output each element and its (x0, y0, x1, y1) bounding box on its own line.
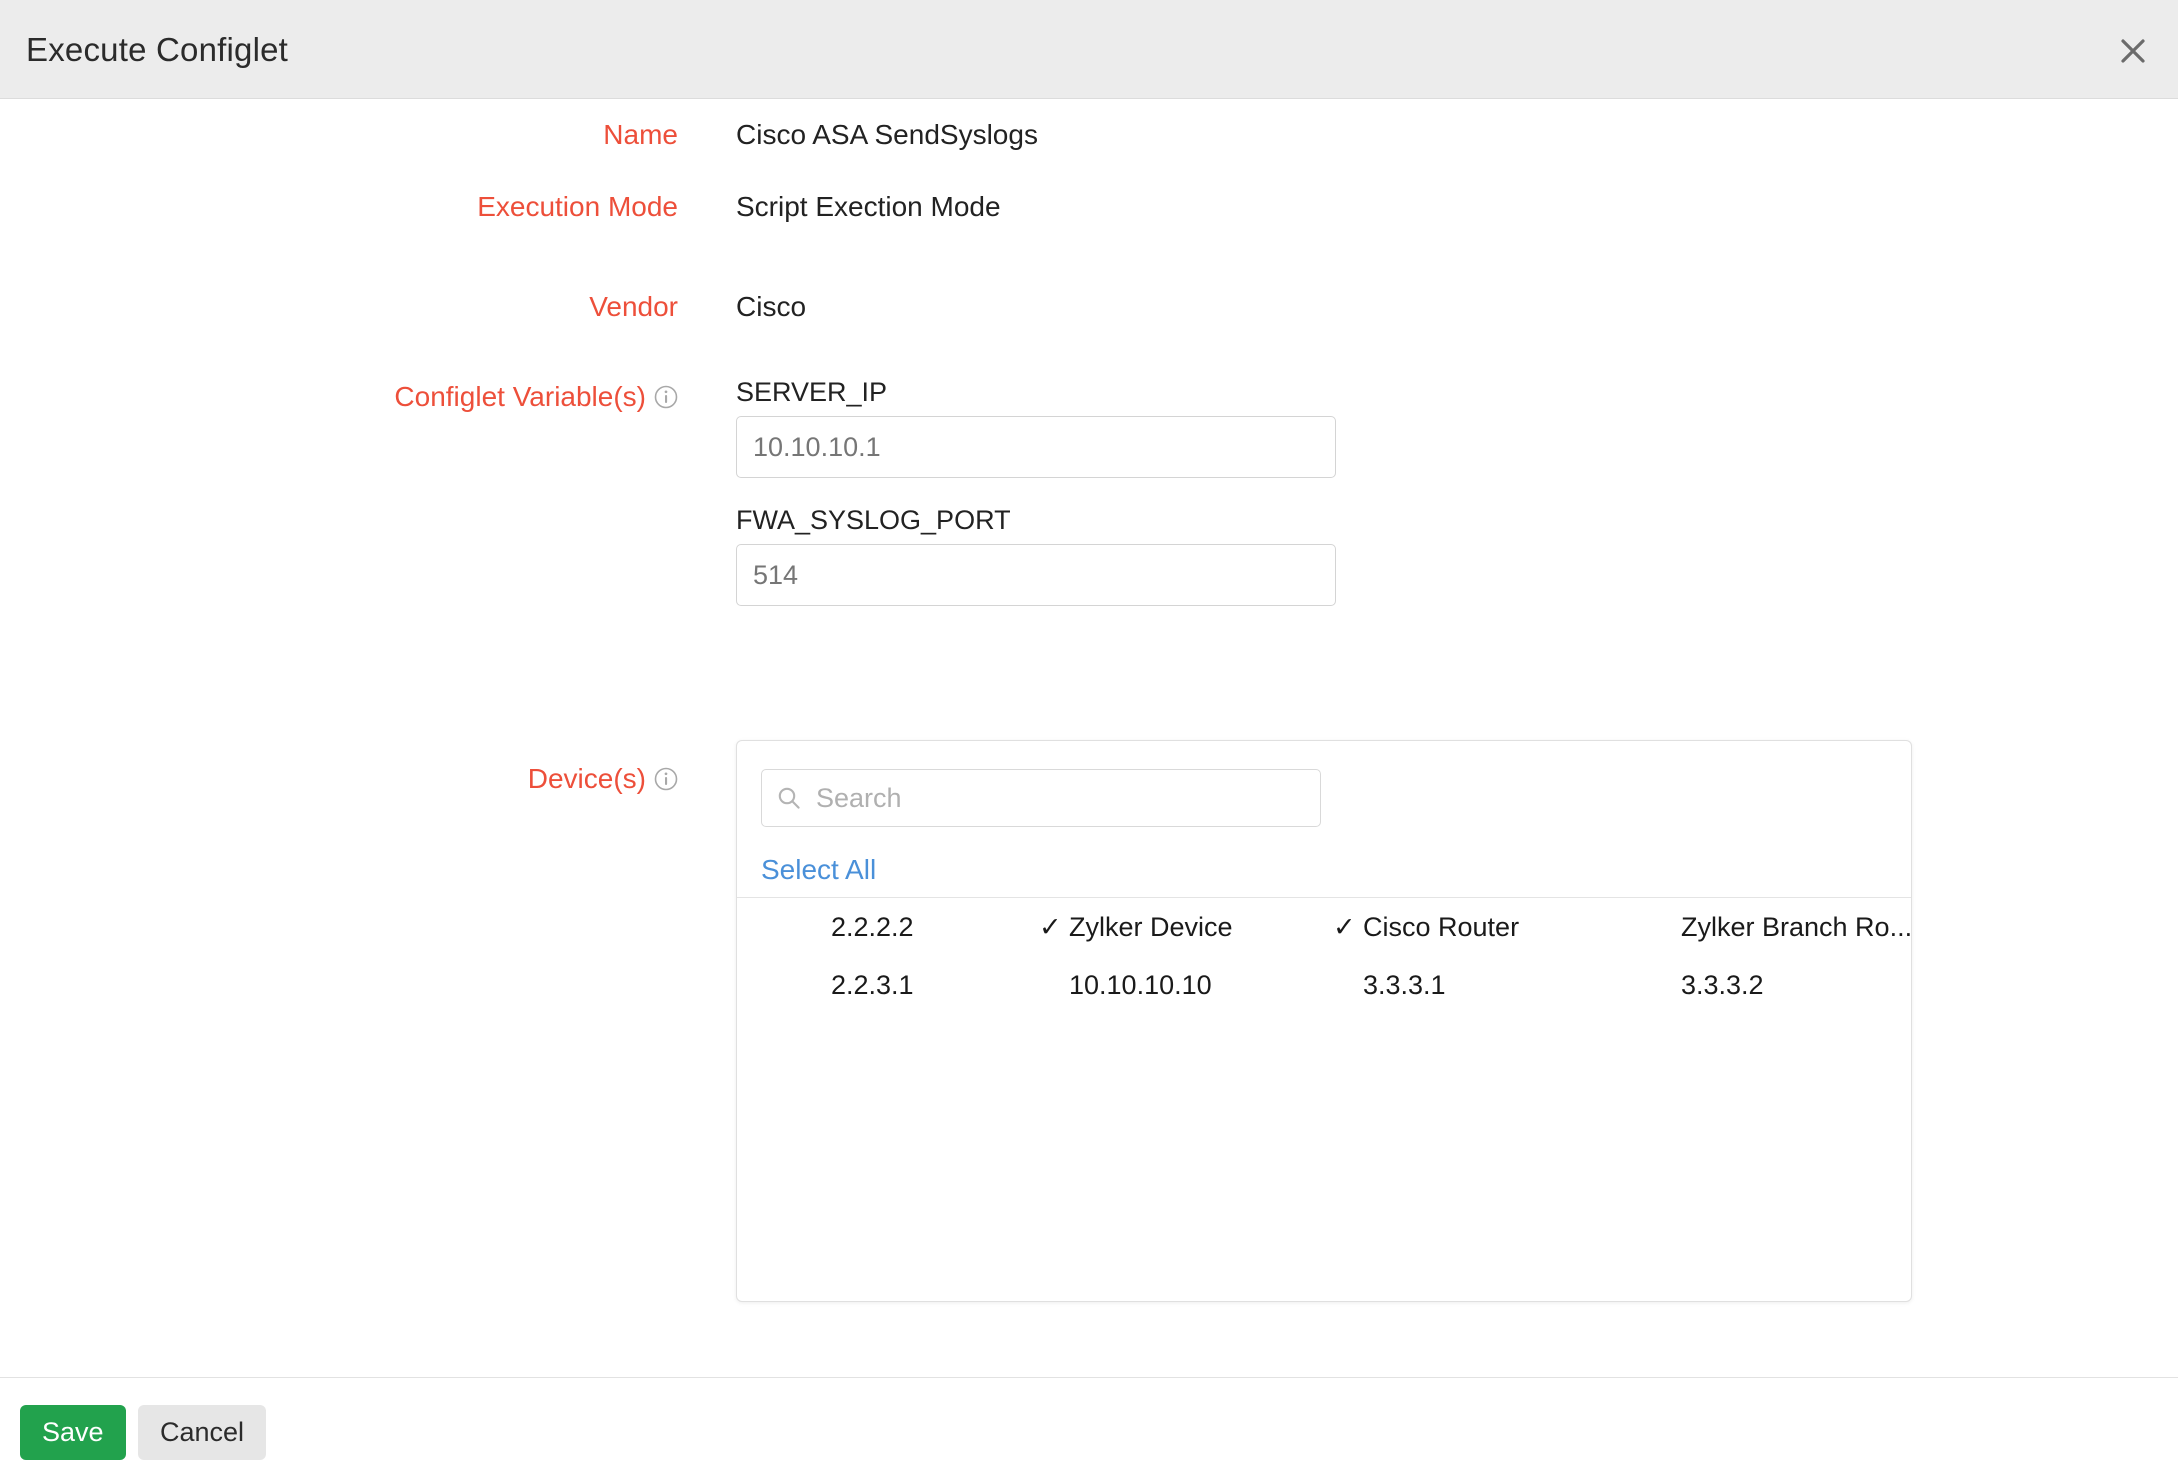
device-item[interactable]: ✓3.3.3.1 (1333, 956, 1446, 1014)
configlet-variables-label: Configlet Variable(s) (0, 380, 678, 414)
device-item[interactable]: ✓Zylker Branch Ro... (1651, 898, 1912, 956)
search-input[interactable] (814, 781, 1306, 815)
device-item[interactable]: ✓ Zylker Device (1039, 898, 1233, 956)
fwa-syslog-port-input[interactable] (736, 544, 1336, 606)
info-icon[interactable] (654, 767, 678, 791)
select-all-link[interactable]: Select All (761, 853, 876, 887)
cancel-button[interactable]: Cancel (138, 1405, 267, 1460)
device-row: ✓2.2.2.2✓Zylker Device✓Cisco Router✓Zylk… (737, 898, 1912, 956)
vendor-value: Cisco (736, 291, 807, 322)
search-icon (776, 785, 802, 811)
device-item[interactable]: ✓10.10.10.10 (1039, 956, 1212, 1014)
info-icon[interactable] (654, 385, 678, 409)
variable-name-server-ip: SERVER_IP (736, 377, 888, 407)
device-item-label: 3.3.3.2 (1681, 970, 1764, 1000)
device-item-label: 2.2.2.2 (831, 912, 914, 942)
device-item[interactable]: ✓2.2.3.1 (801, 956, 914, 1014)
execution-mode-label: Execution Mode (477, 191, 678, 222)
execution-mode-value: Script Exection Mode (736, 191, 1001, 222)
device-row: ✓2.2.3.1 ✓10.10.10.10 ✓3.3.3.1 ✓3.3.3.2 (737, 956, 1911, 1014)
name-label: Name (603, 119, 678, 150)
close-icon[interactable] (2110, 28, 2156, 74)
name-value: Cisco ASA SendSyslogs (736, 119, 1038, 150)
device-item-label: Zylker Device (1069, 912, 1233, 942)
save-button[interactable]: Save (20, 1405, 126, 1460)
device-grid: ✓2.2.2.2✓Zylker Device✓Cisco Router✓Zylk… (737, 898, 1912, 1014)
device-item-label: 2.2.3.1 (831, 970, 914, 1000)
check-icon: ✓ (1333, 912, 1356, 942)
device-item[interactable]: ✓ Cisco Router (1333, 898, 1519, 956)
devices-label: Device(s) (0, 762, 678, 796)
page-title: Execute Configlet (26, 30, 289, 68)
check-icon: ✓ (1039, 912, 1062, 942)
server-ip-input[interactable] (736, 416, 1336, 478)
device-search-box[interactable] (761, 769, 1321, 827)
device-item-label: Zylker Branch Ro... (1681, 912, 1912, 942)
variable-name-fwa-syslog-port: FWA_SYSLOG_PORT (736, 505, 1011, 535)
execute-configlet-dialog: Execute Configlet Name Cisco ASA SendSys… (0, 0, 2178, 1466)
dialog-footer: Save Cancel (0, 1377, 2178, 1466)
device-item[interactable]: ✓3.3.3.2 (1651, 956, 1764, 1014)
dialog-body: Name Cisco ASA SendSyslogs Execution Mod… (0, 100, 2178, 1377)
vendor-label: Vendor (589, 291, 678, 322)
device-item-label: 3.3.3.1 (1363, 970, 1446, 1000)
device-item-label: Cisco Router (1363, 912, 1520, 942)
dialog-header: Execute Configlet (0, 0, 2178, 99)
device-item-label: 10.10.10.10 (1069, 970, 1212, 1000)
device-item[interactable]: ✓2.2.2.2 (801, 898, 914, 956)
device-selector-panel: Select All ✓2.2.2.2✓Zylker Device✓Cisco … (736, 740, 1912, 1302)
